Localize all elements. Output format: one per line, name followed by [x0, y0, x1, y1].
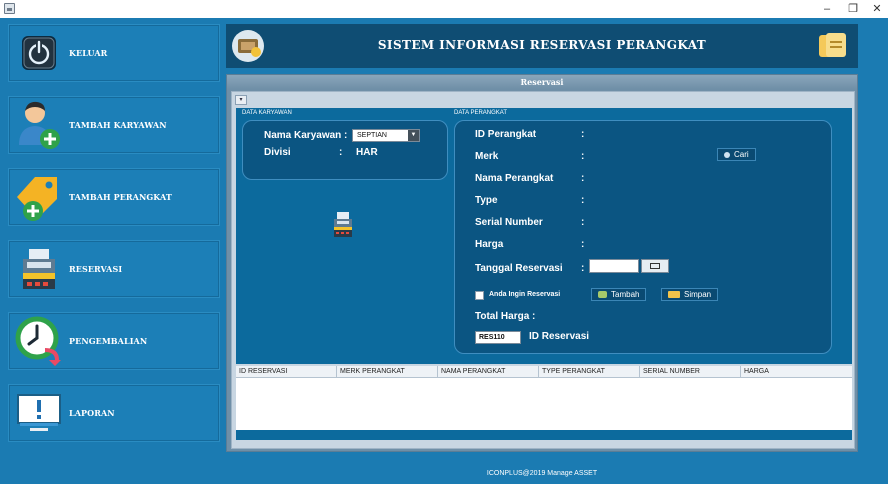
- harga-separator: :: [581, 239, 585, 250]
- sidebar-item-pengembalian[interactable]: PENGEMBALIAN: [8, 312, 220, 370]
- power-icon: [22, 36, 56, 70]
- divisi-separator: :: [339, 147, 343, 158]
- id-perangkat-separator: :: [581, 129, 585, 140]
- divisi-label: Divisi: [264, 147, 291, 158]
- add-icon: [598, 291, 607, 298]
- table-header: ID RESERVASI MERK PERANGKAT NAMA PERANGK…: [236, 366, 852, 378]
- id-reservasi-field[interactable]: RES110: [475, 331, 521, 344]
- maximize-button[interactable]: ❐: [844, 2, 862, 16]
- sidebar-item-laporan[interactable]: LAPORAN: [8, 384, 220, 442]
- chevron-down-icon[interactable]: ▼: [408, 130, 419, 141]
- sidebar-item-label: PENGEMBALIAN: [69, 336, 148, 346]
- close-window-button[interactable]: ✕: [868, 2, 886, 16]
- column-header[interactable]: MERK PERANGKAT: [337, 366, 438, 378]
- save-icon: [668, 291, 680, 298]
- java-app-icon: [4, 3, 15, 14]
- data-perangkat-caption: DATA PERANGKAT: [454, 110, 508, 116]
- cari-button[interactable]: Cari: [717, 148, 756, 161]
- sidebar-item-label: KELUAR: [69, 48, 108, 58]
- simpan-button[interactable]: Simpan: [661, 288, 719, 301]
- checkbox-label: Anda Ingin Reservasi: [489, 291, 561, 298]
- nama-perangkat-separator: :: [581, 173, 585, 184]
- data-karyawan-panel: Nama Karyawan : SEPTIAN ▼ Divisi : HAR: [242, 120, 448, 180]
- collapse-button[interactable]: ▾: [235, 95, 247, 105]
- divisi-value: HAR: [356, 147, 378, 158]
- minimize-button[interactable]: –: [818, 2, 836, 16]
- nama-karyawan-value: SEPTIAN: [357, 132, 387, 139]
- sidebar-item-label: RESERVASI: [69, 264, 123, 274]
- work-area: DATA KARYAWAN Nama Karyawan : SEPTIAN ▼ …: [236, 108, 852, 364]
- column-header[interactable]: HARGA: [741, 366, 852, 378]
- column-header[interactable]: SERIAL NUMBER: [640, 366, 741, 378]
- cash-register-icon: [23, 249, 55, 289]
- reservasi-table: ID RESERVASI MERK PERANGKAT NAMA PERANGK…: [236, 366, 852, 430]
- nama-perangkat-label: Nama Perangkat: [475, 173, 554, 184]
- tanggal-reservasi-separator: :: [581, 263, 585, 274]
- cash-register-icon: [334, 212, 352, 237]
- sidebar-item-label: TAMBAH PERANGKAT: [69, 192, 172, 202]
- tambah-button[interactable]: Tambah: [591, 288, 647, 301]
- sidebar-item-keluar[interactable]: KELUAR: [8, 24, 220, 82]
- data-perangkat-panel: ID Perangkat : Merk : Cari Nama Perangka…: [454, 120, 832, 354]
- page-title: SISTEM INFORMASI RESERVASI PERANGKAT: [377, 38, 707, 52]
- simpan-label: Simpan: [684, 290, 712, 299]
- nama-karyawan-select[interactable]: SEPTIAN ▼: [352, 129, 420, 142]
- reservasi-frame: Reservasi ▾ DATA KARYAWAN Nama Karyawan …: [226, 74, 858, 452]
- monitor-alert-icon: [17, 394, 61, 431]
- sidebar-item-label: TAMBAH KARYAWAN: [69, 120, 167, 130]
- merk-separator: :: [581, 151, 585, 162]
- nama-karyawan-label: Nama Karyawan :: [264, 130, 348, 141]
- table-bottom-bar: [236, 430, 852, 440]
- serial-number-separator: :: [581, 217, 585, 228]
- column-header[interactable]: ID RESERVASI: [236, 366, 337, 378]
- column-header[interactable]: NAMA PERANGKAT: [438, 366, 539, 378]
- sidebar-item-tambah-perangkat[interactable]: TAMBAH PERANGKAT: [8, 168, 220, 226]
- app-area: KELUAR TAMBAH KARYAWAN TAMBAH PERANGKAT …: [0, 18, 888, 484]
- radio-dot-icon: [724, 151, 730, 158]
- id-perangkat-label: ID Perangkat: [475, 129, 537, 140]
- tambah-label: Tambah: [611, 290, 640, 299]
- id-reservasi-label: ID Reservasi: [529, 331, 590, 342]
- calendar-icon: [650, 263, 660, 269]
- data-karyawan-caption: DATA KARYAWAN: [242, 110, 292, 116]
- total-harga-label: Total Harga :: [475, 311, 536, 322]
- tanggal-reservasi-input[interactable]: [589, 259, 639, 273]
- cari-label: Cari: [734, 150, 749, 159]
- harga-label: Harga: [475, 239, 504, 250]
- sidebar-item-reservasi[interactable]: RESERVASI: [8, 240, 220, 298]
- merk-label: Merk: [475, 151, 499, 162]
- sidebar-item-label: LAPORAN: [69, 408, 115, 418]
- calendar-button[interactable]: [641, 259, 669, 273]
- frame-title: Reservasi: [227, 75, 857, 89]
- serial-number-label: Serial Number: [475, 217, 543, 228]
- frame-body: ▾ DATA KARYAWAN Nama Karyawan : SEPTIAN …: [231, 91, 855, 449]
- sidebar: KELUAR TAMBAH KARYAWAN TAMBAH PERANGKAT …: [8, 24, 220, 448]
- column-header[interactable]: TYPE PERANGKAT: [539, 366, 640, 378]
- add-tag-icon: [17, 177, 57, 221]
- tickets-icon: [819, 33, 846, 57]
- reservasi-checkbox[interactable]: [475, 291, 484, 300]
- sidebar-item-tambah-karyawan[interactable]: TAMBAH KARYAWAN: [8, 96, 220, 154]
- header-banner: SISTEM INFORMASI RESERVASI PERANGKAT: [226, 24, 858, 68]
- type-label: Type: [475, 195, 498, 206]
- add-user-icon: [19, 101, 60, 149]
- footer-text: ICONPLUS@2019 Manage ASSET: [486, 470, 598, 477]
- type-separator: :: [581, 195, 585, 206]
- tanggal-reservasi-label: Tanggal Reservasi: [475, 263, 563, 274]
- window-titlebar: – ❐ ✕: [0, 0, 888, 18]
- clock-return-icon: [15, 316, 61, 366]
